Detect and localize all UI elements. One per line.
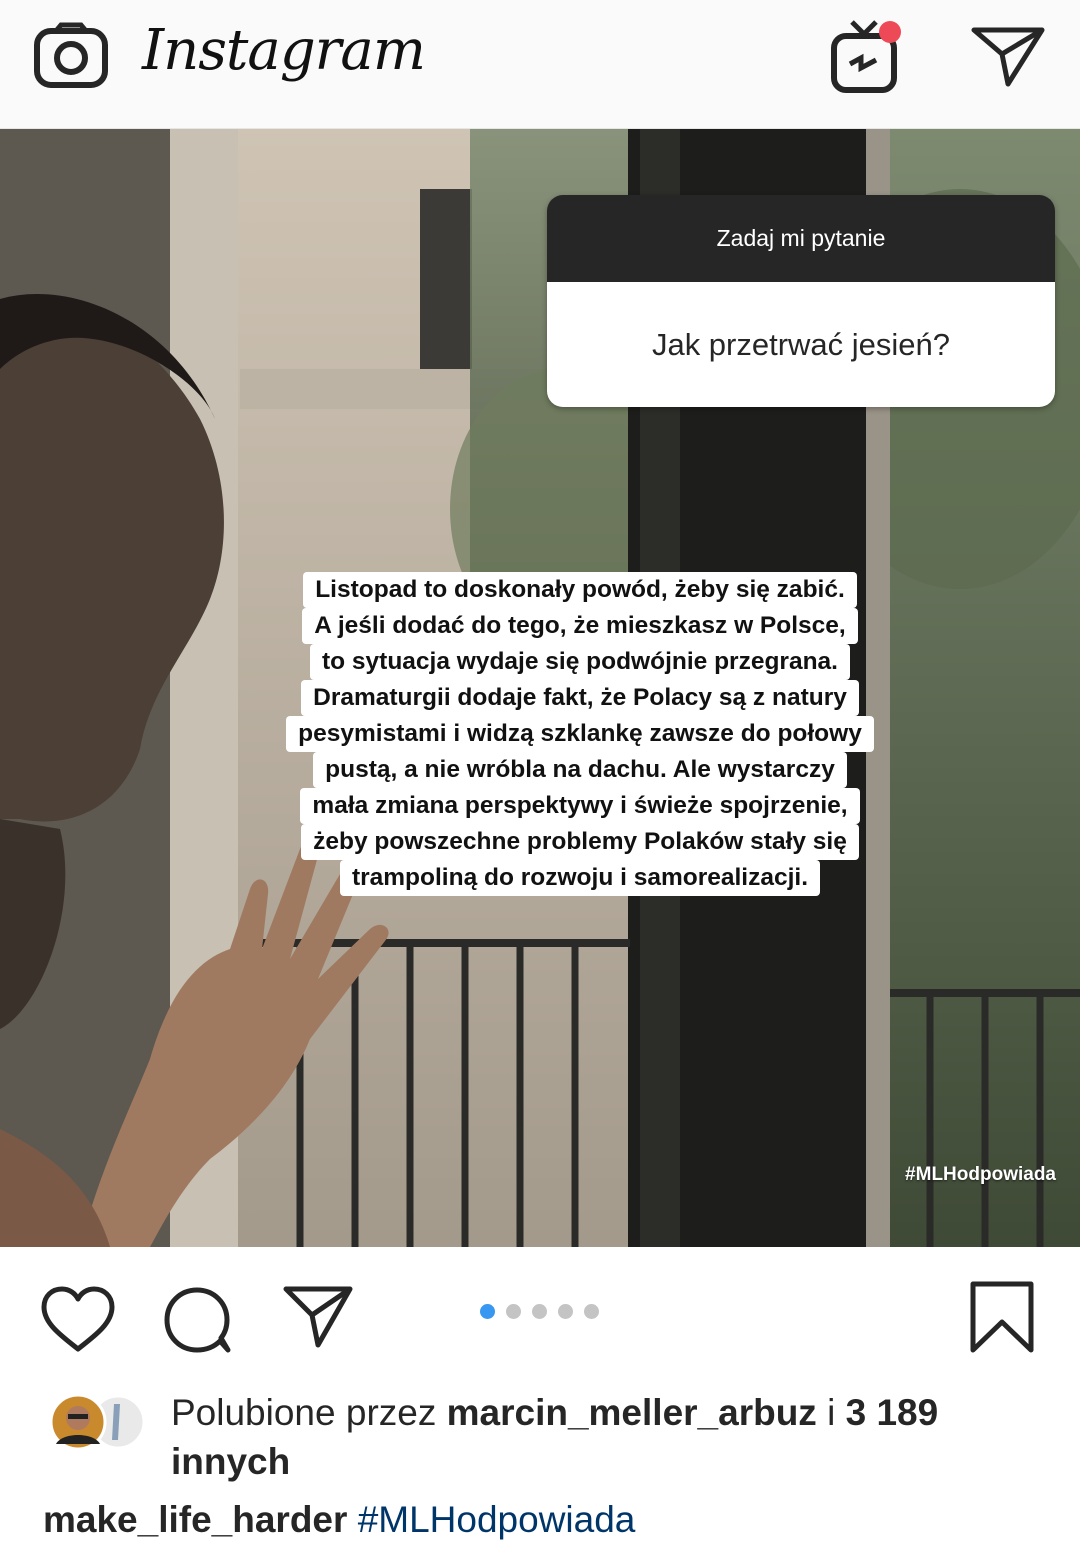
share-icon[interactable] (282, 1285, 354, 1349)
instagram-logo: Instagram (142, 18, 426, 83)
question-sticker: Zadaj mi pytanie Jak przetrwać jesień? (547, 195, 1055, 407)
camera-icon[interactable] (34, 22, 108, 88)
answer-line: mała zmiana perspektywy i świeże spojrze… (300, 788, 860, 824)
answer-line: A jeśli dodać do tego, że mieszkasz w Po… (302, 608, 858, 644)
question-prompt: Zadaj mi pytanie (547, 195, 1055, 282)
likes-suffix[interactable]: innych (171, 1441, 290, 1482)
overlay-hashtag: #MLHodpowiada (905, 1164, 1056, 1185)
post-caption: make_life_harder #MLHodpowiada (43, 1499, 635, 1541)
carousel-dot (584, 1304, 599, 1319)
igtv-icon[interactable] (828, 18, 904, 94)
answer-line: żeby powszechne problemy Polaków stały s… (301, 824, 859, 860)
liker-avatars[interactable] (48, 1392, 148, 1452)
top-bar: Instagram (0, 0, 1080, 129)
likes-count[interactable]: 3 189 (846, 1392, 939, 1433)
carousel-dot (558, 1304, 573, 1319)
carousel-dot (532, 1304, 547, 1319)
liker-username[interactable]: marcin_meller_arbuz (447, 1392, 817, 1433)
caption-hashtag[interactable]: #MLHodpowiada (358, 1499, 636, 1540)
answer-line: trampoliną do rozwoju i samorealizacji. (339, 860, 821, 896)
post-action-bar (0, 1247, 1080, 1377)
likes-connector: i (827, 1392, 836, 1433)
carousel-dot (480, 1304, 495, 1319)
question-text: Jak przetrwać jesień? (547, 282, 1055, 407)
comment-icon[interactable] (162, 1285, 234, 1355)
heart-icon[interactable] (40, 1285, 116, 1353)
likes-prefix: Polubione przez (171, 1392, 437, 1433)
answer-line: pustą, a nie wróbla na dachu. Ale wystar… (313, 752, 847, 788)
notification-dot (879, 21, 901, 43)
carousel-indicator (480, 1304, 599, 1319)
answer-line: Listopad to doskonały powód, żeby się za… (303, 572, 857, 608)
bookmark-icon[interactable] (968, 1280, 1036, 1354)
caption-username[interactable]: make_life_harder (43, 1499, 347, 1540)
answer-text-block: Listopad to doskonały powód, żeby się za… (220, 572, 940, 896)
answer-line: to sytuacja wydaje się podwójnie przegra… (309, 644, 850, 680)
direct-message-icon[interactable] (970, 24, 1046, 88)
answer-line: Dramaturgii dodaje fakt, że Polacy są z … (301, 680, 859, 716)
answer-line: pesymistami i widzą szklankę zawsze do p… (286, 716, 874, 752)
carousel-dot (506, 1304, 521, 1319)
post-image[interactable]: Zadaj mi pytanie Jak przetrwać jesień? L… (0, 129, 1080, 1247)
likes-text: Polubione przez marcin_meller_arbuz i 3 … (171, 1388, 1041, 1486)
